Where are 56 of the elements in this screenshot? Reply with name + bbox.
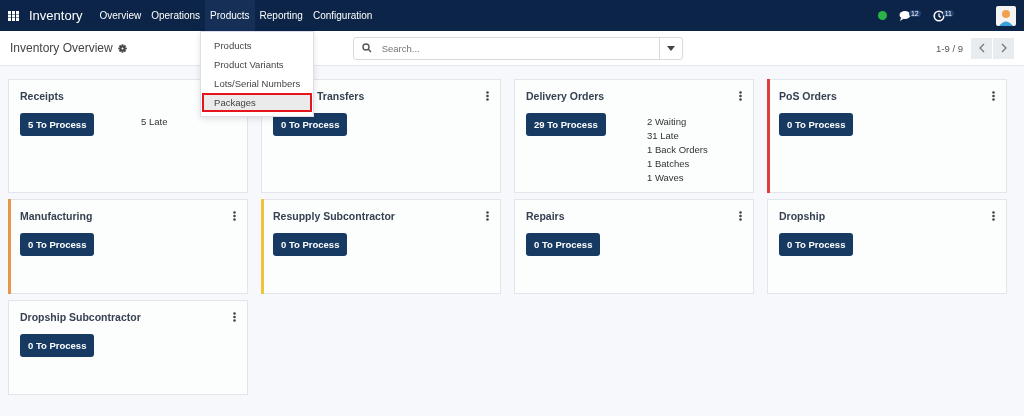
kebab-menu-icon[interactable]: [233, 211, 236, 221]
settings-icon[interactable]: [117, 43, 127, 53]
clock-icon[interactable]: [932, 9, 945, 22]
card-title: Dropship: [779, 210, 826, 222]
kebab-menu-icon[interactable]: [992, 91, 995, 101]
card-title: Manufacturing: [20, 210, 93, 222]
kebab-menu-icon[interactable]: [233, 312, 236, 322]
nav-menu-item[interactable]: Configuration: [307, 0, 378, 31]
to-process-button[interactable]: 0 To Process: [273, 233, 348, 256]
kebab-menu-icon[interactable]: [739, 211, 742, 221]
to-process-button[interactable]: 0 To Process: [779, 113, 854, 136]
page-title: Inventory Overview: [10, 41, 113, 55]
card-title: Resupply Subcontractor: [273, 210, 395, 222]
card-title: Receipts: [20, 90, 64, 102]
kebab-menu-icon[interactable]: [992, 211, 995, 221]
search-input[interactable]: Search...: [379, 41, 659, 55]
to-process-button[interactable]: 29 To Process: [526, 113, 606, 136]
menu-item[interactable]: Packages: [202, 93, 313, 112]
kebab-menu-icon[interactable]: [486, 91, 489, 101]
to-process-button[interactable]: 0 To Process: [273, 113, 348, 136]
to-process-button[interactable]: 0 To Process: [20, 334, 95, 357]
apps-grid-icon[interactable]: [8, 10, 19, 21]
search-icon: [361, 43, 372, 53]
search-field[interactable]: Search...: [352, 36, 683, 60]
nav-menu-item[interactable]: Reporting: [254, 0, 308, 31]
nav-menu-item[interactable]: Overview: [94, 0, 147, 31]
menu-item[interactable]: Product Variants: [202, 55, 313, 74]
stat-link[interactable]: 5 Late: [141, 115, 236, 128]
stat-link[interactable]: 1 Back Orders: [647, 143, 742, 156]
avatar-icon[interactable]: [996, 5, 1016, 26]
status-dot: [877, 11, 887, 20]
card-title: Transfers: [317, 90, 365, 102]
nav-menu-item[interactable]: Operations: [146, 0, 206, 31]
menu-item[interactable]: Lots/Serial Numbers: [202, 74, 313, 93]
chevron-right-icon: [1000, 43, 1007, 53]
to-process-button[interactable]: 0 To Process: [20, 233, 95, 256]
stat-link[interactable]: 31 Late: [647, 129, 742, 142]
menu-item[interactable]: Products: [202, 36, 313, 55]
chevron-left-icon: [978, 43, 985, 53]
kebab-menu-icon[interactable]: [486, 211, 489, 221]
to-process-button[interactable]: 0 To Process: [526, 233, 601, 256]
card-title: PoS Orders: [779, 90, 837, 102]
kebab-menu-icon[interactable]: [739, 91, 742, 101]
card-title: Dropship Subcontractor: [20, 311, 141, 323]
stat-link[interactable]: 1 Batches: [647, 157, 742, 170]
chat-icon[interactable]: [898, 10, 911, 21]
card-title: Repairs: [526, 210, 565, 222]
to-process-button[interactable]: 0 To Process: [779, 233, 854, 256]
pager-value[interactable]: 1-9 / 9: [936, 42, 963, 54]
to-process-button[interactable]: 5 To Process: [20, 113, 95, 136]
app-name[interactable]: Inventory: [29, 8, 83, 23]
nav-menu-item[interactable]: Products: [205, 0, 255, 31]
card-title: Delivery Orders: [526, 90, 605, 102]
caret-icon[interactable]: [666, 45, 675, 51]
stat-link[interactable]: 2 Waiting: [647, 115, 742, 128]
stat-link[interactable]: 1 Waves: [647, 171, 742, 184]
